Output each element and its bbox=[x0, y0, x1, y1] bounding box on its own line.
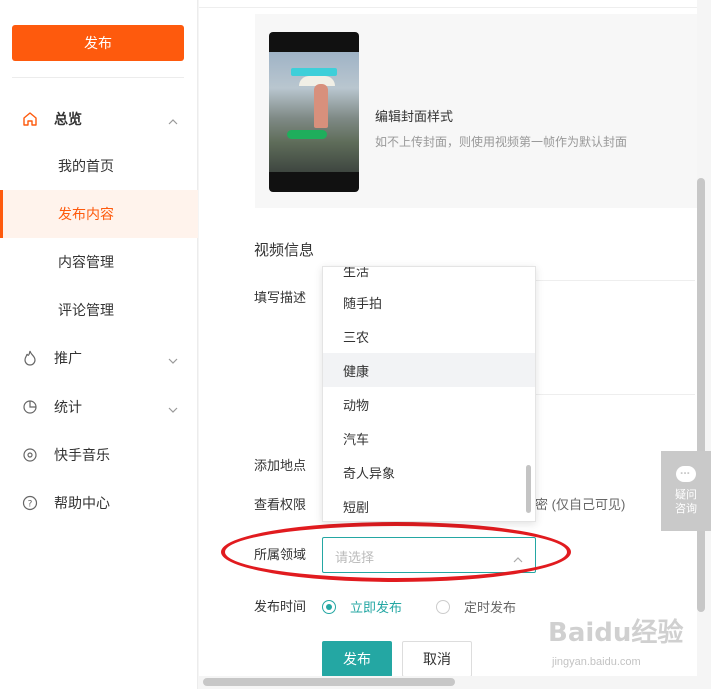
chevron-down-icon bbox=[168, 353, 178, 364]
cover-person bbox=[314, 84, 328, 128]
sidebar-item-label: 推广 bbox=[54, 350, 82, 366]
consult-label: 疑问 bbox=[675, 489, 697, 501]
pie-chart-icon bbox=[22, 399, 38, 415]
edit-cover-style-link[interactable]: 编辑封面样式 bbox=[375, 106, 453, 125]
top-border bbox=[199, 0, 697, 8]
divider bbox=[535, 280, 695, 281]
cover-sticker bbox=[291, 68, 337, 76]
sidebar-item-label: 内容管理 bbox=[58, 254, 114, 270]
permission-private-option[interactable]: 密 (仅自己可见) bbox=[535, 494, 625, 513]
sidebar-item-my-home[interactable]: 我的首页 bbox=[0, 142, 198, 190]
consult-float-button[interactable]: 疑问 咨询 bbox=[661, 451, 711, 531]
dropdown-option[interactable]: 奇人异象 bbox=[323, 455, 535, 489]
sidebar-item-kuaishou-music[interactable]: 快手音乐 bbox=[0, 431, 198, 479]
dropdown-option[interactable]: 随手拍 bbox=[323, 285, 535, 319]
watermark-url: jingyan.baidu.com bbox=[552, 656, 641, 668]
publish-now-radio[interactable]: 立即发布 bbox=[322, 597, 402, 616]
horizontal-scrollbar[interactable] bbox=[203, 678, 455, 686]
cover-hint: 如不上传封面，则使用视频第一帧作为默认封面 bbox=[375, 135, 628, 149]
divider bbox=[535, 394, 695, 395]
dropdown-option[interactable]: 动物 bbox=[323, 387, 535, 421]
dropdown-option[interactable]: 健康 bbox=[323, 353, 535, 387]
location-label: 添加地点 bbox=[254, 458, 307, 473]
flame-icon bbox=[22, 350, 38, 366]
sidebar-item-label: 评论管理 bbox=[58, 302, 114, 318]
sidebar-item-promotion[interactable]: 推广 bbox=[0, 334, 198, 382]
publish-time-label: 发布时间 bbox=[254, 599, 307, 614]
sidebar: 发布 总览 我的首页 发布内容 内容管理 评论管理 推广 统计 快手音乐 ? 帮… bbox=[0, 0, 198, 689]
sidebar-item-label: 我的首页 bbox=[58, 158, 114, 174]
sidebar-item-overview[interactable]: 总览 bbox=[0, 95, 198, 143]
dropdown-option[interactable]: 汽车 bbox=[323, 421, 535, 455]
svg-text:?: ? bbox=[28, 500, 33, 510]
dropdown-scrollbar[interactable] bbox=[526, 465, 531, 513]
help-icon: ? bbox=[22, 495, 38, 511]
radio-label: 立即发布 bbox=[350, 600, 403, 615]
vertical-scrollbar[interactable] bbox=[697, 178, 705, 612]
sidebar-item-label: 总览 bbox=[54, 111, 82, 127]
cover-sticker bbox=[287, 130, 327, 139]
publish-button[interactable]: 发布 bbox=[12, 25, 184, 61]
music-disc-icon bbox=[22, 447, 38, 463]
sidebar-item-label: 帮助中心 bbox=[54, 495, 110, 511]
chat-bubble-icon bbox=[676, 463, 696, 482]
dropdown-option[interactable]: 生活 bbox=[323, 267, 535, 287]
chevron-up-icon bbox=[168, 114, 178, 125]
section-title: 视频信息 bbox=[254, 242, 315, 259]
permission-label: 查看权限 bbox=[254, 497, 307, 512]
submit-publish-button[interactable]: 发布 bbox=[322, 641, 392, 676]
consult-label: 咨询 bbox=[675, 503, 697, 515]
sidebar-item-comment-management[interactable]: 评论管理 bbox=[0, 286, 198, 334]
sidebar-divider bbox=[12, 77, 184, 78]
video-cover-thumbnail[interactable] bbox=[269, 32, 359, 192]
cancel-button[interactable]: 取消 bbox=[402, 641, 472, 676]
dropdown-option[interactable]: 短剧 bbox=[323, 489, 535, 521]
sidebar-item-label: 快手音乐 bbox=[54, 447, 110, 463]
sidebar-item-label: 统计 bbox=[54, 399, 82, 415]
radio-dot bbox=[436, 599, 450, 614]
baidu-jingyan-watermark: Baidu经验 jingyan.baidu.com bbox=[548, 612, 708, 682]
dropdown-option[interactable]: 三农 bbox=[323, 319, 535, 353]
scheduled-publish-radio[interactable]: 定时发布 bbox=[436, 597, 516, 616]
radio-label: 定时发布 bbox=[464, 600, 517, 615]
description-label: 填写描述 bbox=[254, 290, 307, 305]
sidebar-item-publish-content[interactable]: 发布内容 bbox=[0, 190, 198, 238]
domain-dropdown-list[interactable]: 生活 随手拍 三农 健康 动物 汽车 奇人异象 短剧 bbox=[322, 266, 536, 522]
sidebar-item-help-center[interactable]: ? 帮助中心 bbox=[0, 479, 198, 527]
radio-dot bbox=[322, 599, 336, 614]
cover-section: 编辑封面样式 如不上传封面，则使用视频第一帧作为默认封面 bbox=[255, 14, 697, 208]
home-icon bbox=[22, 111, 38, 127]
sidebar-item-content-management[interactable]: 内容管理 bbox=[0, 238, 198, 286]
sidebar-item-statistics[interactable]: 统计 bbox=[0, 383, 198, 431]
chevron-down-icon bbox=[168, 402, 178, 413]
red-highlight-circle bbox=[221, 522, 571, 582]
sidebar-item-label: 发布内容 bbox=[58, 206, 114, 222]
watermark-brand: Baidu经验 bbox=[548, 618, 684, 648]
